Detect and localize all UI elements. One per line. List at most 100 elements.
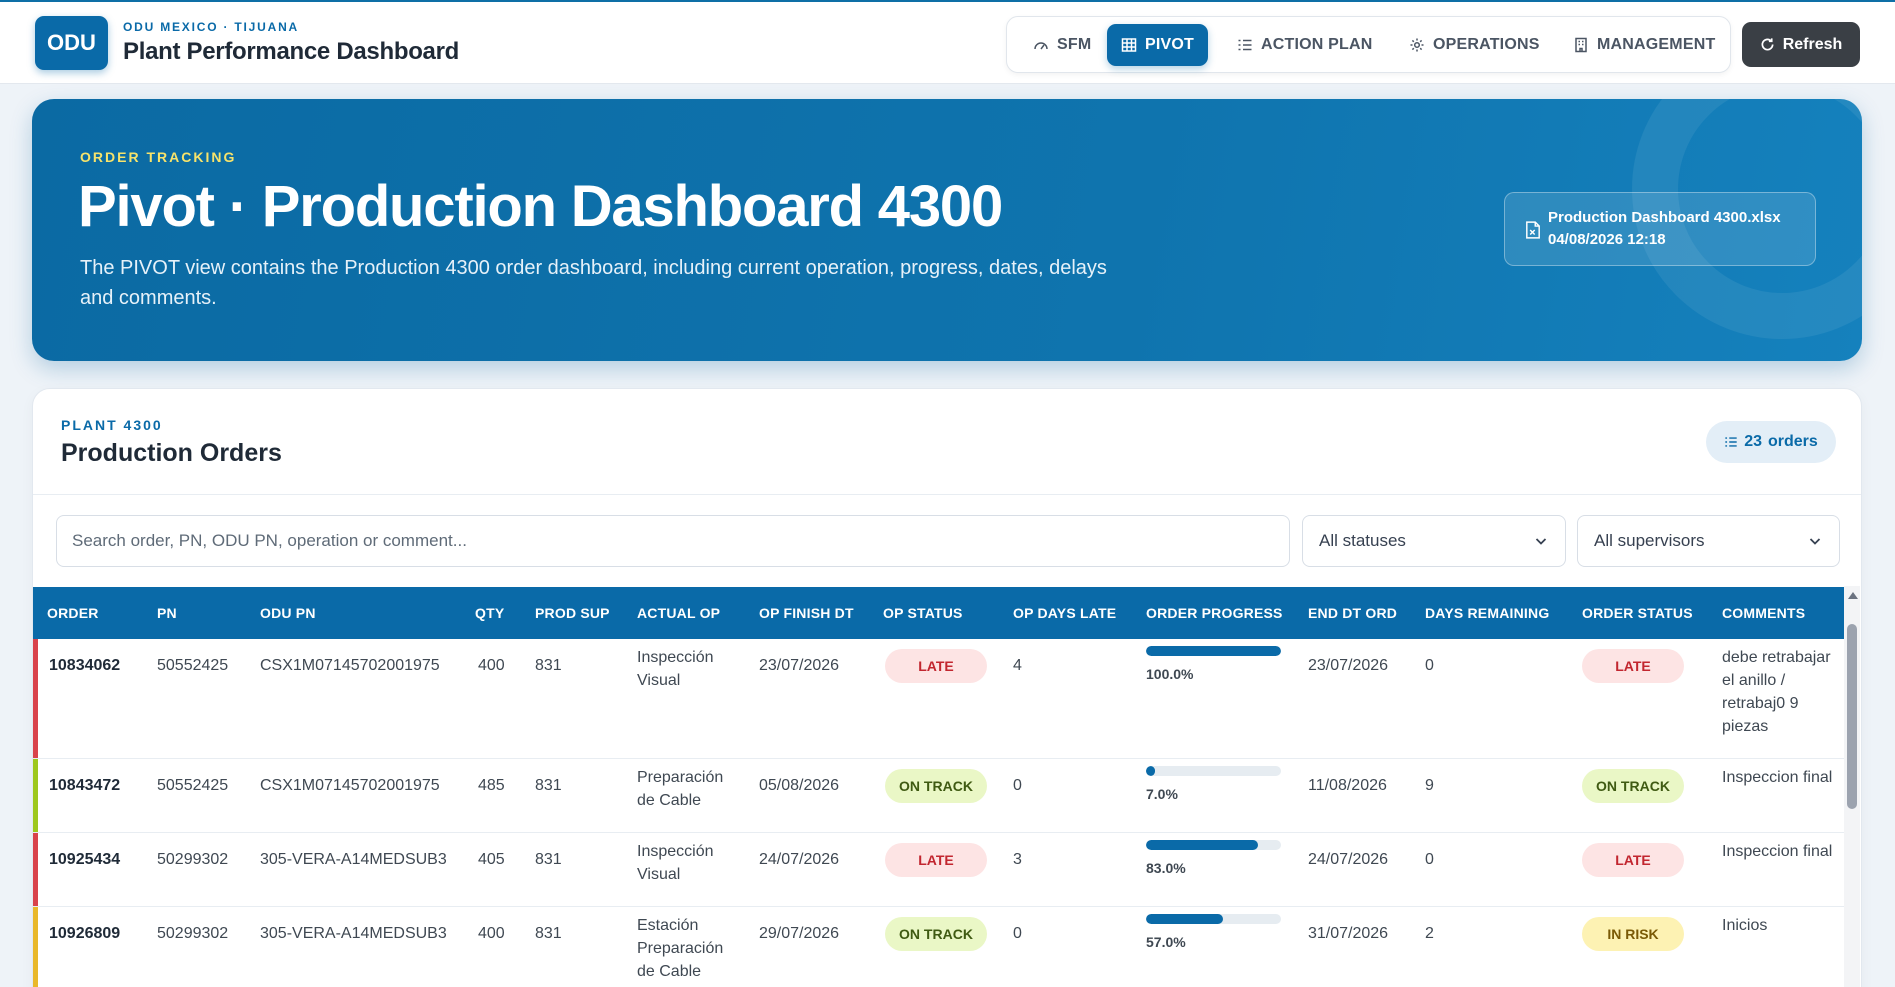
table-row[interactable]: 10926809 50299302 305-VERA-A14MEDSUB3 400 83… [33, 907, 1845, 987]
order-progress-label: 7.0% [1146, 786, 1178, 802]
cell-comments: Inspeccion final [1722, 843, 1833, 860]
cell-qty: 405 [478, 851, 505, 868]
col-comments[interactable]: COMMENTS [1722, 587, 1805, 639]
cell-odu-pn: CSX1M07145702001975 [260, 657, 440, 674]
order-progress-fill [1146, 914, 1223, 924]
orders-table: ORDER PN ODU PN QTY PROD SUP ACTUAL OP O… [33, 587, 1845, 987]
table-row[interactable]: 10834062 50552425 CSX1M07145702001975 400 83… [33, 639, 1845, 759]
col-prod-sup[interactable]: PROD SUP [535, 587, 610, 639]
col-pn[interactable]: PN [157, 587, 177, 639]
cell-pn: 50299302 [157, 925, 229, 942]
col-order-progress[interactable]: ORDER PROGRESS [1146, 587, 1283, 639]
cell-qty: 485 [478, 777, 505, 794]
refresh-icon [1761, 38, 1774, 51]
supervisor-filter-select[interactable]: All supervisors [1577, 515, 1840, 567]
scroll-up-arrow-icon[interactable] [1848, 592, 1858, 599]
order-progress-label: 57.0% [1146, 934, 1186, 950]
cell-actual-op: Inspección Visual [637, 843, 714, 883]
chevron-down-icon [1809, 538, 1821, 545]
gauge-icon [1034, 42, 1048, 50]
supervisor-filter-value: All supervisors [1594, 531, 1705, 550]
cell-end-dt: 24/07/2026 [1308, 851, 1389, 868]
cell-comments: Inspeccion final [1722, 769, 1833, 786]
table-scrollbar[interactable] [1844, 586, 1860, 987]
col-qty[interactable]: QTY [475, 587, 504, 639]
cell-pn: 50299302 [157, 851, 229, 868]
cell-order: 10926809 [49, 925, 121, 942]
cell-op-finish: 29/07/2026 [759, 925, 840, 942]
op-status-badge: LATE [885, 843, 987, 877]
cell-actual-op: Preparación de Cable [637, 769, 724, 809]
cell-prod-sup: 831 [535, 851, 562, 868]
cell-end-dt: 11/08/2026 [1308, 777, 1387, 794]
cell-days-remaining: 2 [1425, 925, 1434, 942]
col-order[interactable]: ORDER [47, 587, 99, 639]
cell-order: 10925434 [49, 851, 121, 868]
row-status-accent [33, 907, 38, 987]
hero-eyebrow: ORDER TRACKING [80, 149, 237, 165]
col-end-dt-ord[interactable]: END DT ORD [1308, 587, 1397, 639]
odu-logo[interactable]: ODU [35, 16, 108, 70]
row-status-accent [33, 639, 38, 758]
order-status-badge: LATE [1582, 649, 1684, 683]
orders-count-label: orders [1768, 433, 1818, 450]
order-progress-bar [1146, 840, 1281, 850]
orders-count-badge: 23 orders [1706, 421, 1836, 463]
tab-action-plan[interactable]: ACTION PLAN [1223, 24, 1387, 66]
status-filter-select[interactable]: All statuses [1302, 515, 1566, 567]
col-actual-op[interactable]: ACTUAL OP [637, 587, 720, 639]
status-filter-value: All statuses [1319, 531, 1406, 550]
list-icon [1725, 437, 1737, 447]
order-progress-fill [1146, 646, 1281, 656]
cell-comments: debe retrabajar el anillo / retrabaj0 9 … [1722, 649, 1831, 735]
scroll-thumb[interactable] [1847, 624, 1857, 809]
source-file-chip[interactable]: Production Dashboard 4300.xlsx 04/08/202… [1504, 192, 1816, 266]
table-row[interactable]: 10843472 50552425 CSX1M07145702001975 485 83… [33, 759, 1845, 833]
tab-operations[interactable]: OPERATIONS [1395, 24, 1554, 66]
orders-count: 23 [1744, 433, 1762, 450]
cell-qty: 400 [478, 657, 505, 674]
order-progress-label: 83.0% [1146, 860, 1186, 876]
cell-days-remaining: 9 [1425, 777, 1434, 794]
order-progress-fill [1146, 766, 1156, 776]
tab-pivot[interactable]: PIVOT [1107, 24, 1209, 66]
tab-sfm[interactable]: SFM [1019, 24, 1105, 66]
col-op-status[interactable]: OP STATUS [883, 587, 963, 639]
cell-actual-op: Inspección Visual [637, 649, 714, 689]
cell-op-finish: 24/07/2026 [759, 851, 840, 868]
refresh-button[interactable]: Refresh [1742, 22, 1860, 67]
cell-order: 10834062 [49, 657, 121, 674]
source-file-name: Production Dashboard 4300.xlsx [1548, 209, 1781, 226]
search-input[interactable] [56, 515, 1290, 567]
col-odu-pn[interactable]: ODU PN [260, 587, 316, 639]
tab-management-label: MANAGEMENT [1597, 36, 1716, 53]
cell-comments: Inicios [1722, 917, 1768, 934]
cell-op-finish: 23/07/2026 [759, 657, 840, 674]
brand-subtitle: ODU MEXICO · TIJUANA [123, 20, 300, 34]
col-order-status[interactable]: ORDER STATUS [1582, 587, 1693, 639]
list-icon [1238, 39, 1252, 51]
col-days-remaining[interactable]: DAYS REMAINING [1425, 587, 1549, 639]
order-status-badge: ON TRACK [1582, 769, 1684, 803]
card-title: Production Orders [61, 439, 282, 467]
order-status-badge: LATE [1582, 843, 1684, 877]
col-op-days-late[interactable]: OP DAYS LATE [1013, 587, 1116, 639]
col-op-finish-dt[interactable]: OP FINISH DT [759, 587, 854, 639]
table-row[interactable]: 10925434 50299302 305-VERA-A14MEDSUB3 405 83… [33, 833, 1845, 907]
row-status-accent [33, 759, 38, 832]
tab-management[interactable]: MANAGEMENT [1559, 24, 1729, 66]
cell-prod-sup: 831 [535, 925, 562, 942]
op-status-badge: ON TRACK [885, 769, 987, 803]
hero-banner: ORDER TRACKING Pivot · Production Dashbo… [32, 99, 1862, 361]
op-status-badge: LATE [885, 649, 987, 683]
cell-odu-pn: 305-VERA-A14MEDSUB3 [260, 925, 447, 942]
order-progress-fill [1146, 840, 1259, 850]
cell-odu-pn: CSX1M07145702001975 [260, 777, 440, 794]
app-title: Plant Performance Dashboard [123, 38, 459, 65]
cell-actual-op: Estación Preparación de Cable inicial [637, 917, 724, 987]
tab-action-plan-label: ACTION PLAN [1261, 36, 1373, 53]
order-progress-bar [1146, 914, 1281, 924]
cell-qty: 400 [478, 925, 505, 942]
cell-odu-pn: 305-VERA-A14MEDSUB3 [260, 851, 447, 868]
tab-operations-label: OPERATIONS [1433, 36, 1540, 53]
